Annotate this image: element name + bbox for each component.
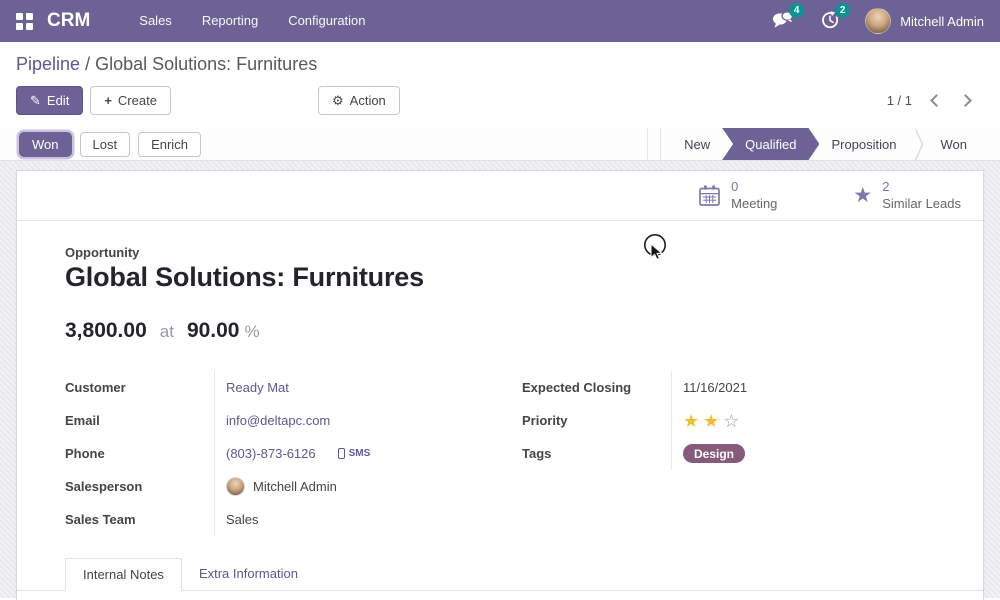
pager-next-button[interactable] xyxy=(959,94,972,107)
mobile-phone-icon xyxy=(338,448,345,459)
statusbar-divider xyxy=(647,128,661,160)
tab-internal-notes[interactable]: Internal Notes xyxy=(65,558,182,591)
field-row-sales-team: Sales Team Sales xyxy=(65,503,478,536)
sms-button[interactable]: SMS xyxy=(338,448,371,459)
stage-qualified[interactable]: Qualified xyxy=(722,128,819,160)
expected-revenue-value: 3,800.00 xyxy=(65,319,147,343)
field-label-salesperson: Salesperson xyxy=(65,479,214,494)
pager: 1 / 1 xyxy=(887,93,984,108)
activities-badge: 2 xyxy=(835,3,850,18)
priority-stars[interactable]: ★★☆ xyxy=(683,412,743,430)
field-grid: Customer Ready Mat Email info@deltapc.co… xyxy=(65,371,935,536)
similar-leads-count: 2 xyxy=(882,179,961,195)
nav-left: CRM Sales Reporting Configuration xyxy=(16,0,381,42)
field-row-email: Email info@deltapc.com xyxy=(65,404,478,437)
breadcrumb-pipeline-link[interactable]: Pipeline xyxy=(16,54,80,74)
similar-leads-stat-button[interactable]: ★ 2 Similar Leads xyxy=(843,171,971,220)
toolbar: ✎ Edit + Create ⚙ Action 1 / 1 xyxy=(16,86,984,115)
user-name: Mitchell Admin xyxy=(900,14,984,29)
star-filled-icon[interactable]: ★ xyxy=(683,411,703,431)
form-background: 0 Meeting ★ 2 Similar Leads Opportunity … xyxy=(0,161,1000,598)
tag-design[interactable]: Design xyxy=(683,444,745,463)
field-label-customer: Customer xyxy=(65,380,214,395)
enrich-button[interactable]: Enrich xyxy=(138,132,201,157)
email-link[interactable]: info@deltapc.com xyxy=(226,413,330,428)
stage-new[interactable]: New xyxy=(667,128,727,160)
star-icon: ★ xyxy=(853,185,872,206)
pencil-icon: ✎ xyxy=(30,94,41,107)
pager-value: 1 / 1 xyxy=(887,93,912,108)
probability-value: 90.00 xyxy=(187,319,240,343)
calendar-icon xyxy=(698,184,721,207)
salesperson-value[interactable]: Mitchell Admin xyxy=(253,479,337,494)
app-menus: Sales Reporting Configuration xyxy=(124,0,380,42)
stage-proposition[interactable]: Proposition xyxy=(814,128,913,160)
stage-statusbar: New Qualified Proposition Won xyxy=(647,128,984,160)
opportunity-type-label: Opportunity xyxy=(65,245,935,260)
stat-button-row: 0 Meeting ★ 2 Similar Leads xyxy=(17,171,983,221)
field-column-left: Customer Ready Mat Email info@deltapc.co… xyxy=(65,371,478,536)
meeting-stat-button[interactable]: 0 Meeting xyxy=(688,171,787,220)
phone-link[interactable]: (803)-873-6126 xyxy=(226,446,316,461)
field-label-expected-closing: Expected Closing xyxy=(522,380,671,395)
field-row-priority: Priority ★★☆ xyxy=(522,404,935,437)
plus-icon: + xyxy=(104,94,112,107)
nav-item-configuration[interactable]: Configuration xyxy=(273,0,380,42)
star-empty-icon[interactable]: ☆ xyxy=(723,411,743,431)
control-panel: Pipeline / Global Solutions: Furnitures … xyxy=(0,42,1000,128)
page-title: Global Solutions: Furnitures xyxy=(65,262,935,293)
meeting-count: 0 xyxy=(731,179,777,195)
avatar xyxy=(865,8,891,34)
lost-button[interactable]: Lost xyxy=(80,132,131,157)
salesperson-avatar xyxy=(226,477,245,496)
stage-chevron-icon xyxy=(914,128,924,160)
field-row-phone: Phone (803)-873-6126 SMS xyxy=(65,437,478,470)
edit-button[interactable]: ✎ Edit xyxy=(16,86,83,115)
field-row-expected-closing: Expected Closing 11/16/2021 xyxy=(522,371,935,404)
won-button[interactable]: Won xyxy=(19,132,72,157)
field-row-tags: Tags Design xyxy=(522,437,935,470)
similar-leads-label: Similar Leads xyxy=(882,196,961,212)
nav-item-reporting[interactable]: Reporting xyxy=(187,0,273,42)
apps-menu-icon[interactable] xyxy=(16,13,33,30)
sales-team-value[interactable]: Sales xyxy=(226,512,259,527)
breadcrumb-current: Global Solutions: Furnitures xyxy=(95,54,317,74)
user-menu[interactable]: Mitchell Admin xyxy=(865,8,984,34)
sheet-body: Opportunity Global Solutions: Furnitures… xyxy=(17,221,983,536)
pager-previous-button[interactable] xyxy=(930,94,943,107)
expected-closing-value[interactable]: 11/16/2021 xyxy=(683,380,747,395)
notebook-tabs: Internal Notes Extra Information xyxy=(17,558,983,591)
field-label-phone: Phone xyxy=(65,446,214,461)
field-row-salesperson: Salesperson Mitchell Admin xyxy=(65,470,478,503)
top-navbar: CRM Sales Reporting Configuration 4 2 xyxy=(0,0,1000,42)
nav-right: 4 2 Mitchell Admin xyxy=(770,8,984,34)
opportunity-form-sheet: 0 Meeting ★ 2 Similar Leads Opportunity … xyxy=(16,170,984,600)
gear-icon: ⚙ xyxy=(332,94,344,107)
breadcrumb-separator: / xyxy=(85,54,90,74)
field-label-sales-team: Sales Team xyxy=(65,512,214,527)
nav-item-sales[interactable]: Sales xyxy=(124,0,187,42)
field-label-priority: Priority xyxy=(522,413,671,428)
percent-sign: % xyxy=(245,322,260,342)
meeting-label: Meeting xyxy=(731,196,777,212)
app-brand[interactable]: CRM xyxy=(47,10,90,32)
action-button[interactable]: ⚙ Action xyxy=(318,86,400,115)
breadcrumb: Pipeline / Global Solutions: Furnitures xyxy=(16,54,984,75)
field-row-customer: Customer Ready Mat xyxy=(65,371,478,404)
create-button[interactable]: + Create xyxy=(90,86,171,115)
expected-revenue-row: 3,800.00 at 90.00 % xyxy=(65,319,935,343)
field-label-email: Email xyxy=(65,413,214,428)
stage-won[interactable]: Won xyxy=(924,128,985,160)
customer-link[interactable]: Ready Mat xyxy=(226,380,289,395)
tab-extra-information[interactable]: Extra Information xyxy=(182,558,315,591)
at-label: at xyxy=(160,322,174,342)
star-filled-icon[interactable]: ★ xyxy=(703,411,723,431)
field-label-tags: Tags xyxy=(522,446,671,461)
field-column-right: Expected Closing 11/16/2021 Priority ★★☆… xyxy=(522,371,935,470)
status-row: Won Lost Enrich New Qualified Propositio… xyxy=(0,128,1000,161)
messages-button[interactable]: 4 xyxy=(770,9,795,34)
activities-button[interactable]: 2 xyxy=(819,9,841,34)
messages-badge: 4 xyxy=(789,3,804,18)
